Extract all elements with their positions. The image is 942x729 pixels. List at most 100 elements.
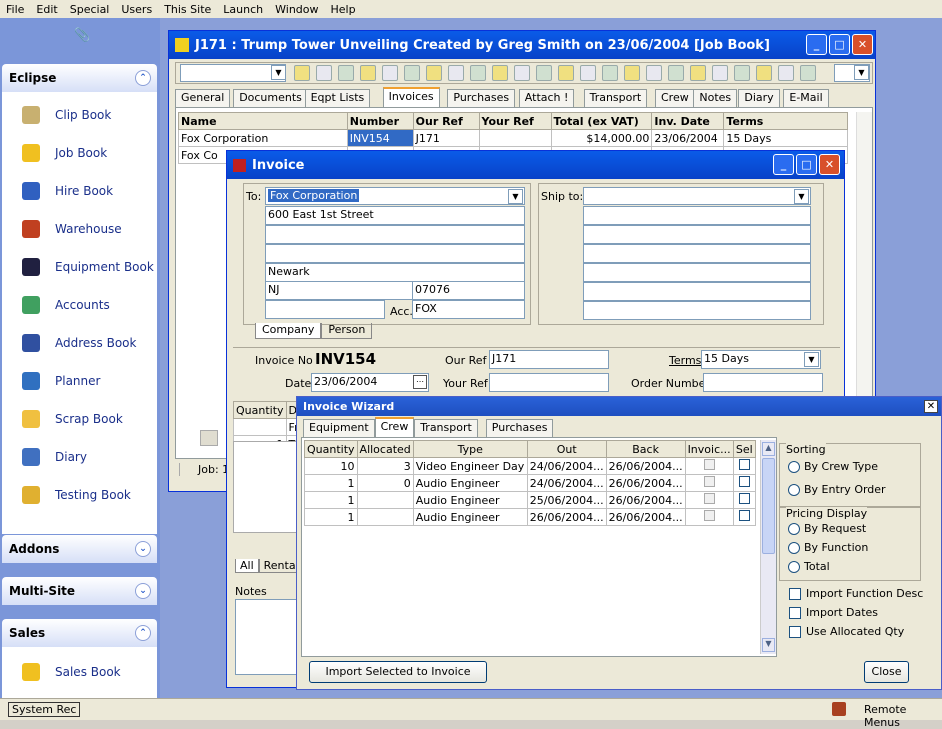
table-cell[interactable]: 24/06/2004... xyxy=(526,474,607,492)
check-use-allocated-qty[interactable]: Use Allocated Qty xyxy=(789,625,904,638)
wizard-close-button[interactable]: Close xyxy=(864,661,909,683)
column-header[interactable]: Back xyxy=(605,440,686,458)
radio-icon[interactable] xyxy=(788,541,800,554)
to-company-select[interactable]: Fox Corporation xyxy=(265,187,525,205)
ship-to-select[interactable] xyxy=(583,187,811,205)
print-icon[interactable] xyxy=(536,65,552,81)
select-checkbox[interactable] xyxy=(738,510,750,521)
menu-item-edit[interactable]: Edit xyxy=(30,3,63,16)
remote-menus-label[interactable]: Remote Menus xyxy=(864,703,942,729)
menu-item-help[interactable]: Help xyxy=(325,3,362,16)
column-header[interactable]: Type xyxy=(412,440,528,458)
import-selected-button[interactable]: Import Selected to Invoice xyxy=(309,661,487,683)
sidebar-item-sales-book[interactable]: Sales Book xyxy=(22,661,121,683)
table-row[interactable]: Fox Corporation INV154 J171 $14,000.00 23/06… xyxy=(178,129,848,147)
table-cell[interactable]: 1 xyxy=(304,474,358,492)
tab-crew[interactable]: Crew xyxy=(374,417,415,437)
column-header[interactable]: Out xyxy=(526,440,607,458)
tab-transport[interactable]: Transport xyxy=(583,89,648,107)
table-cell[interactable]: 3 xyxy=(356,457,414,475)
menu-item-launch[interactable]: Launch xyxy=(217,3,269,16)
pricing-option-by-request[interactable]: By Request xyxy=(788,522,866,535)
column-header[interactable]: Terms xyxy=(723,112,848,130)
date-field[interactable]: 23/06/2004 xyxy=(311,373,429,392)
tab-purchases[interactable]: Purchases xyxy=(447,89,516,107)
addons-panel-header[interactable]: Addons ⌄ xyxy=(2,535,157,563)
left-arrow-icon[interactable] xyxy=(360,65,376,81)
radio-icon[interactable] xyxy=(788,522,800,535)
table-cell[interactable]: 26/06/2004... xyxy=(605,457,686,475)
column-header[interactable]: Sel xyxy=(732,440,757,458)
address-line[interactable] xyxy=(265,225,525,244)
chevron-down-icon[interactable]: ▼ xyxy=(804,352,819,367)
crew-scrollbar[interactable]: ▲ ▼ xyxy=(760,440,776,654)
table-cell[interactable]: INV154 xyxy=(346,129,414,147)
close-button[interactable]: ✕ xyxy=(819,154,840,175)
address-line[interactable]: Newark xyxy=(265,263,525,282)
tab-company[interactable]: Company xyxy=(255,323,322,339)
back-icon[interactable] xyxy=(316,65,332,81)
table-cell[interactable]: 10 xyxy=(304,457,358,475)
select-checkbox[interactable] xyxy=(738,476,750,487)
page-icon[interactable] xyxy=(602,65,618,81)
radio-icon[interactable] xyxy=(788,560,800,573)
chevron-down-icon[interactable]: ▼ xyxy=(271,65,286,80)
sidebar-item-planner[interactable]: Planner xyxy=(22,370,100,392)
table-cell[interactable]: 0 xyxy=(356,474,414,492)
tab-documents[interactable]: Documents xyxy=(233,89,308,107)
eclipse-panel-header[interactable]: Eclipse ⌃ xyxy=(2,64,157,92)
state-field[interactable]: NJ xyxy=(265,281,413,300)
sidebar-item-clip-book[interactable]: Clip Book xyxy=(22,104,111,126)
column-header[interactable]: Invoic... xyxy=(684,440,734,458)
check-import-function-desc[interactable]: Import Function Desc xyxy=(789,587,923,600)
copy-icon[interactable] xyxy=(426,65,442,81)
tab-purchases[interactable]: Purchases xyxy=(485,419,554,437)
tab-crew[interactable]: Crew xyxy=(655,89,695,107)
zoom-icon[interactable] xyxy=(734,65,750,81)
select-checkbox[interactable] xyxy=(738,493,750,504)
tab-invoices[interactable]: Invoices xyxy=(382,87,440,107)
tab-eqpt-lists[interactable]: Eqpt Lists xyxy=(304,89,371,107)
system-rec-button[interactable]: System Rec xyxy=(8,702,81,717)
table-cell[interactable]: 26/06/2004... xyxy=(526,508,607,526)
menu-item-this-site[interactable]: This Site xyxy=(158,3,217,16)
tab-diary[interactable]: Diary xyxy=(738,89,780,107)
tab-transport[interactable]: Transport xyxy=(414,419,478,437)
table-cell[interactable]: 26/06/2004... xyxy=(605,508,686,526)
sort-option-by-entry-order[interactable]: By Entry Order xyxy=(788,483,886,496)
table-cell[interactable] xyxy=(233,418,287,436)
address-line[interactable]: 600 East 1st Street xyxy=(265,206,525,225)
open-icon[interactable] xyxy=(470,65,486,81)
paperclip-icon[interactable]: 📎 xyxy=(74,28,90,43)
exit-icon[interactable] xyxy=(800,65,816,81)
column-header[interactable]: Allocated xyxy=(356,440,414,458)
check-import-dates[interactable]: Import Dates xyxy=(789,606,878,619)
column-header[interactable]: Quantity xyxy=(233,401,287,419)
table-cell[interactable]: Audio Engineer xyxy=(412,474,528,492)
calendar-icon[interactable] xyxy=(712,65,728,81)
multisite-panel-header[interactable]: Multi-Site ⌄ xyxy=(2,577,157,605)
list-icon[interactable] xyxy=(756,65,772,81)
table-cell[interactable] xyxy=(356,508,414,526)
new-icon[interactable] xyxy=(448,65,464,81)
address-line[interactable] xyxy=(265,244,525,263)
radio-icon[interactable] xyxy=(788,460,800,473)
grid-icon[interactable] xyxy=(690,65,706,81)
checkbox-icon[interactable] xyxy=(789,625,801,638)
column-header[interactable]: Total (ex VAT) xyxy=(550,112,653,130)
column-header[interactable]: Name xyxy=(178,112,348,130)
tab-attach-[interactable]: Attach ! xyxy=(518,89,575,107)
tab-person[interactable]: Person xyxy=(321,323,373,339)
table-row[interactable]: 1 0 Audio Engineer 24/06/2004... 26/06/2004.… xyxy=(304,474,757,492)
refresh-icon[interactable] xyxy=(338,65,354,81)
table-row[interactable]: 1 Audio Engineer 25/06/2004... 26/06/2004..… xyxy=(304,491,757,509)
copy2-icon[interactable] xyxy=(646,65,662,81)
notes-textarea[interactable] xyxy=(235,599,303,675)
scroll-up-icon[interactable]: ▲ xyxy=(762,442,775,456)
sidebar-item-scrap-book[interactable]: Scrap Book xyxy=(22,408,123,430)
column-header[interactable]: Inv. Date xyxy=(651,112,725,130)
maximize-button[interactable]: □ xyxy=(829,34,850,55)
column-header[interactable]: Quantity xyxy=(304,440,358,458)
table-cell[interactable]: Audio Engineer xyxy=(412,508,528,526)
maximize-button[interactable]: □ xyxy=(796,154,817,175)
